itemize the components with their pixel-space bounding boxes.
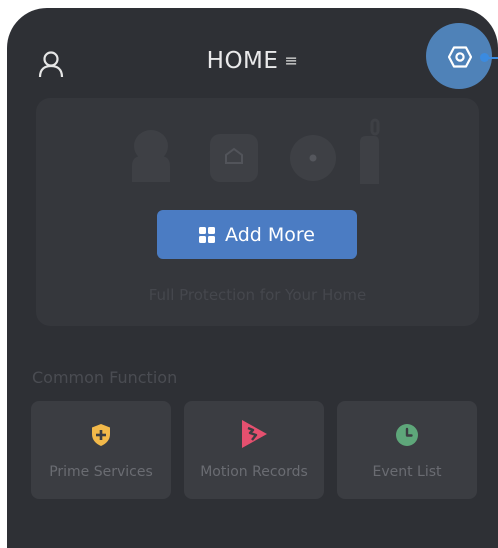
add-more-button[interactable]: Add More xyxy=(157,210,357,259)
hexagon-settings-icon xyxy=(447,46,473,68)
page-title-text: HOME xyxy=(206,48,279,74)
app-screen: HOME ≡ Add More Full Protection for Your… xyxy=(7,8,498,548)
settings-button[interactable] xyxy=(447,45,473,69)
menu-icon: ≡ xyxy=(284,51,299,70)
device-icons-row xyxy=(36,118,479,184)
event-list-label: Event List xyxy=(372,464,442,480)
motion-records-card[interactable]: Motion Records xyxy=(184,401,324,499)
grid-icon xyxy=(199,226,216,243)
prime-services-card[interactable]: Prime Services xyxy=(31,401,171,499)
clock-icon xyxy=(396,424,418,446)
pointer-line xyxy=(485,57,498,59)
disc-sensor-icon xyxy=(290,135,336,181)
device-card: Add More Full Protection for Your Home xyxy=(36,98,479,326)
protection-caption: Full Protection for Your Home xyxy=(148,286,367,304)
shield-plus-icon xyxy=(92,424,110,446)
event-list-card[interactable]: Event List xyxy=(337,401,477,499)
motion-play-icon xyxy=(242,420,267,448)
camera-icon xyxy=(132,130,170,182)
home-hub-icon xyxy=(210,134,258,182)
prime-services-label: Prime Services xyxy=(49,464,153,480)
motion-records-label: Motion Records xyxy=(200,464,308,480)
common-function-title: Common Function xyxy=(32,368,178,387)
page-title[interactable]: HOME ≡ xyxy=(7,48,498,74)
add-more-label: Add More xyxy=(225,223,315,246)
remote-key-icon xyxy=(360,118,380,184)
